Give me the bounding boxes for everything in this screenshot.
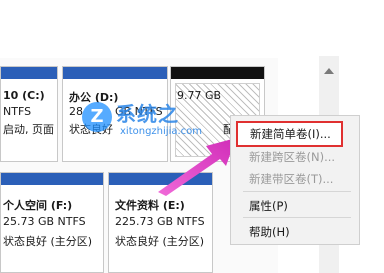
volume-size: 225.73 GB NTFS bbox=[115, 215, 205, 228]
volume-status: 启动, 页面 bbox=[3, 123, 54, 136]
volume-size: 25.73 GB NTFS bbox=[3, 215, 86, 228]
volume-fs: NTFS bbox=[3, 105, 32, 118]
volume-size: 28 bbox=[69, 105, 83, 118]
volume-status: 状态良好 (主分区) bbox=[3, 235, 93, 248]
volume-label: 个人空间 (F:) bbox=[3, 199, 73, 212]
volume-cap bbox=[63, 67, 167, 79]
volume-f[interactable]: 个人空间 (F:) 25.73 GB NTFS 状态良好 (主分区) bbox=[0, 172, 104, 273]
volume-c[interactable]: 10 (C:) NTFS 启动, 页面 bbox=[0, 66, 58, 162]
watermark-title: 系统之 bbox=[116, 102, 179, 126]
menu-separator bbox=[243, 217, 351, 218]
menu-item-new-simple-volume[interactable]: 新建简单卷(I)... bbox=[236, 121, 343, 147]
watermark-logo: Z bbox=[82, 102, 112, 132]
menu-item-help[interactable]: 帮助(H) bbox=[249, 224, 290, 240]
menu-item-new-spanned-volume[interactable]: 新建跨区卷(N)... bbox=[249, 149, 335, 165]
volume-cap bbox=[171, 67, 264, 79]
volume-status: 状态良好 (主分区) bbox=[115, 235, 205, 248]
volume-cap bbox=[1, 67, 57, 79]
volume-cap bbox=[1, 173, 103, 185]
volume-label: 10 (C:) bbox=[3, 89, 45, 102]
menu-separator bbox=[243, 191, 351, 192]
menu-item-new-striped-volume[interactable]: 新建带区卷(T)... bbox=[249, 171, 333, 187]
scroll-up-icon[interactable] bbox=[324, 68, 334, 74]
menu-item-properties[interactable]: 属性(P) bbox=[249, 198, 288, 214]
context-menu: 新建简单卷(I)... 新建跨区卷(N)... 新建带区卷(T)... 属性(P… bbox=[230, 115, 360, 245]
